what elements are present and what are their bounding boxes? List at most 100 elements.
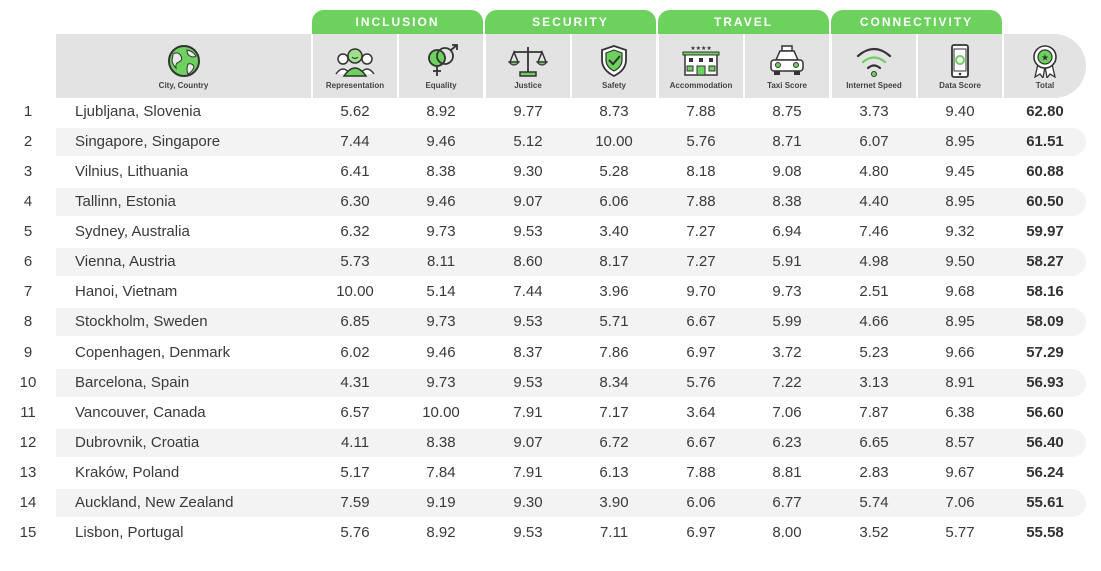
gender-symbols-icon: [428, 44, 458, 76]
table-row: 4 Tallinn, Estonia 6.30 9.46 9.07 6.06 7.88 8.3…: [0, 188, 1101, 217]
score-cell: 6.23: [772, 433, 802, 451]
score-cell: 5.28: [599, 163, 629, 181]
score-cell: 9.73: [772, 283, 802, 301]
score-cell: 4.40: [859, 193, 889, 211]
score-cell: 10.00: [595, 133, 633, 151]
score-cell: 9.30: [513, 493, 543, 511]
score-cell: 6.38: [945, 403, 975, 421]
total-cell: 59.97: [1026, 223, 1064, 241]
table-row: 14 Auckland, New Zealand 7.59 9.19 9.30 3.90 6…: [0, 488, 1101, 517]
score-cell: 6.72: [599, 433, 629, 451]
score-cell: 5.76: [686, 133, 716, 151]
score-cell: 4.80: [859, 163, 889, 181]
rank-cell: 11: [20, 403, 36, 421]
score-cell: 3.90: [599, 493, 629, 511]
table-row: 11 Vancouver, Canada 6.57 10.00 7.91 7.17 3.64…: [0, 399, 1101, 427]
score-cell: 9.53: [513, 373, 543, 391]
category-security: SECURITY: [485, 10, 656, 34]
rank-cell: 7: [23, 283, 33, 301]
score-cell: 6.06: [686, 493, 716, 511]
score-cell: 7.46: [859, 223, 889, 241]
total-cell: 56.40: [1026, 433, 1064, 451]
city-cell: Tallinn, Estonia: [75, 193, 176, 211]
score-cell: 9.50: [945, 253, 975, 271]
score-cell: 9.53: [513, 523, 543, 541]
score-cell: 9.07: [513, 433, 543, 451]
city-cell: Sydney, Australia: [75, 223, 190, 241]
column-label-equality: Equality: [425, 81, 457, 90]
score-cell: 6.41: [340, 163, 370, 181]
score-cell: 3.73: [859, 103, 889, 120]
column-header-data: Data Score: [918, 34, 1002, 98]
column-label-city: City, Country: [158, 81, 209, 90]
score-cell: 2.51: [859, 283, 889, 301]
score-cell: 7.88: [686, 463, 716, 481]
column-header-equality: Equality: [399, 34, 483, 98]
score-cell: 5.91: [772, 253, 802, 271]
score-cell: 6.85: [340, 313, 370, 331]
score-cell: 5.62: [340, 103, 370, 120]
score-cell: 6.97: [686, 343, 716, 361]
score-cell: 6.02: [340, 343, 370, 361]
rank-cell: 4: [23, 193, 33, 211]
rank-cell: 14: [19, 493, 37, 511]
score-cell: 8.91: [945, 373, 975, 391]
score-cell: 8.18: [686, 163, 716, 181]
score-cell: 9.46: [426, 133, 456, 151]
score-cell: 8.38: [426, 433, 456, 451]
rank-cell: 15: [19, 523, 37, 541]
score-cell: 10.00: [336, 283, 374, 301]
score-cell: 7.44: [513, 283, 543, 301]
svg-text:★★★★: ★★★★: [690, 45, 712, 52]
total-cell: 56.93: [1026, 373, 1064, 391]
score-cell: 5.23: [859, 343, 889, 361]
score-cell: 9.07: [513, 193, 543, 211]
category-travel: TRAVEL: [658, 10, 829, 34]
score-cell: 3.96: [599, 283, 629, 301]
score-cell: 5.77: [945, 523, 975, 541]
city-cell: Vilnius, Lithuania: [75, 163, 189, 181]
score-cell: 5.76: [686, 373, 716, 391]
column-label-data: Data Score: [939, 81, 981, 90]
score-cell: 9.19: [426, 493, 456, 511]
score-cell: 7.06: [945, 493, 975, 511]
score-cell: 7.27: [686, 223, 716, 241]
shield-check-icon: [601, 45, 627, 78]
score-cell: 8.95: [945, 193, 975, 211]
city-cell: Ljubljana, Slovenia: [75, 103, 201, 120]
score-cell: 4.11: [340, 433, 370, 451]
score-cell: 6.30: [340, 193, 370, 211]
table-row: 15 Lisbon, Portugal 5.76 8.92 9.53 7.11 6.97 8.…: [0, 519, 1101, 547]
score-cell: 7.84: [426, 463, 456, 481]
score-cell: 3.40: [599, 223, 629, 241]
score-cell: 7.17: [599, 403, 629, 421]
table-row: 1 Ljubljana, Slovenia 5.62 8.92 9.77 8.73 7.88…: [0, 98, 1101, 126]
score-cell: 8.95: [945, 133, 975, 151]
score-cell: 5.14: [426, 283, 456, 301]
score-cell: 6.65: [859, 433, 889, 451]
score-cell: 9.46: [426, 343, 456, 361]
total-cell: 55.61: [1026, 493, 1064, 511]
score-cell: 8.81: [772, 463, 802, 481]
city-cell: Hanoi, Vietnam: [75, 283, 178, 301]
total-cell: 60.88: [1026, 163, 1064, 181]
score-cell: 9.73: [426, 373, 456, 391]
city-cell: Singapore, Singapore: [75, 133, 221, 151]
city-cell: Stockholm, Sweden: [75, 313, 208, 331]
score-cell: 7.11: [599, 523, 629, 541]
score-cell: 8.38: [772, 193, 802, 211]
score-cell: 7.59: [340, 493, 370, 511]
score-cell: 4.66: [859, 313, 889, 331]
score-cell: 9.40: [945, 103, 975, 120]
score-cell: 6.06: [599, 193, 629, 211]
column-label-internet: Internet Speed: [846, 81, 902, 90]
rank-cell: 3: [23, 163, 33, 181]
table-row: 9 Copenhagen, Denmark 6.02 9.46 8.37 7.86 6.97…: [0, 339, 1101, 367]
score-cell: 3.64: [686, 403, 716, 421]
score-cell: 5.76: [340, 523, 370, 541]
score-cell: 6.57: [340, 403, 370, 421]
score-cell: 5.17: [340, 463, 370, 481]
city-cell: Vancouver, Canada: [75, 403, 206, 421]
score-cell: 4.31: [340, 373, 370, 391]
hotel-icon: ★★★★: [682, 45, 720, 76]
